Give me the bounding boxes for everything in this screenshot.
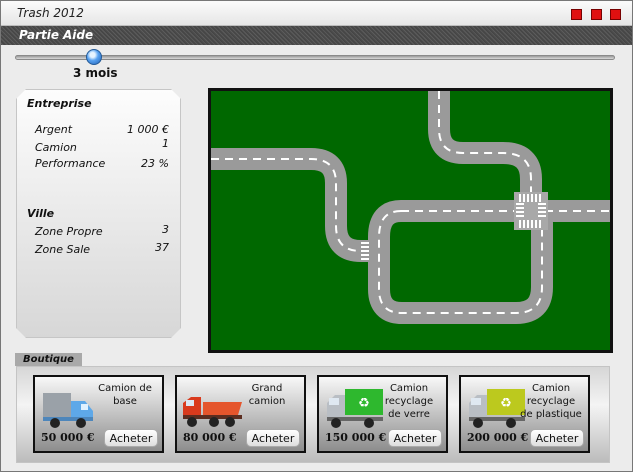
stat-value-camion: 1	[162, 137, 169, 150]
time-slider-thumb[interactable]	[86, 49, 102, 65]
shop-item-large-truck: Grand camion 80 000 € Acheter	[175, 375, 306, 453]
shop-panel: Camion de base 50 000 € Acheter Grand ca…	[16, 366, 610, 463]
city-map[interactable]	[208, 88, 613, 353]
stat-label-zone-sale: Zone Sale	[35, 243, 91, 256]
menu-partie[interactable]: Partie	[19, 28, 59, 42]
buy-glass-recycling-truck-button[interactable]: Acheter	[388, 429, 442, 447]
shop-title: Boutique	[15, 353, 82, 366]
stat-value-zone-sale: 37	[155, 241, 169, 254]
basic-truck-icon	[43, 393, 93, 428]
maximize-icon[interactable]	[591, 9, 602, 20]
stat-label-argent: Argent	[35, 123, 73, 136]
shop-item-plastic-recycling-truck: ♻ Camion recyclage de plastique 200 000 …	[459, 375, 590, 453]
title-bar: Trash 2012	[1, 1, 632, 26]
stat-value-zone-propre: 3	[162, 223, 169, 236]
shop-item-price: 200 000 €	[467, 431, 529, 444]
stat-value-performance: 23 %	[141, 157, 169, 170]
stat-label-camion: Camion	[35, 141, 77, 154]
shop-item-glass-recycling-truck: ♻ Camion recyclage de verre 150 000 € Ac…	[317, 375, 448, 453]
shop-item-name: Camion recyclage de verre	[384, 383, 434, 420]
stat-label-performance: Performance	[35, 157, 106, 170]
entreprise-title: Entreprise	[27, 97, 92, 110]
window-title: Trash 2012	[17, 6, 84, 20]
buy-large-truck-button[interactable]: Acheter	[246, 429, 300, 447]
stat-value-argent: 1 000 €	[127, 123, 169, 136]
menu-aide[interactable]: Aide	[63, 28, 93, 42]
svg-text:♻: ♻	[358, 396, 370, 411]
shop-item-name: Grand camion	[248, 383, 286, 407]
stats-panel: Entreprise Argent 1 000 € Camion 1 Perfo…	[16, 89, 181, 338]
shop-item-price: 150 000 €	[325, 431, 387, 444]
buy-basic-truck-button[interactable]: Acheter	[104, 429, 158, 447]
svg-text:♻: ♻	[500, 396, 512, 411]
minimize-icon[interactable]	[571, 9, 582, 20]
game-window: Trash 2012 Partie Aide 3 mois Entreprise…	[0, 0, 633, 472]
road-network	[211, 91, 610, 324]
road-left	[211, 148, 372, 262]
stat-label-zone-propre: Zone Propre	[35, 225, 103, 238]
shop-item-price: 50 000 €	[41, 431, 95, 444]
crosswalk-east	[514, 192, 548, 230]
close-icon[interactable]	[610, 9, 621, 20]
shop-item-price: 80 000 €	[183, 431, 237, 444]
ville-title: Ville	[27, 207, 55, 220]
menu-bar: Partie Aide	[1, 26, 632, 45]
time-slider-track[interactable]	[15, 55, 615, 60]
shop-item-name: Camion de base	[98, 383, 152, 407]
large-truck-icon	[183, 397, 242, 427]
shop-item-basic-truck: Camion de base 50 000 € Acheter	[33, 375, 164, 453]
buy-plastic-recycling-truck-button[interactable]: Acheter	[530, 429, 584, 447]
plastic-recycling-truck-icon: ♻	[469, 389, 525, 428]
shop-item-name: Camion recyclage de plastique	[520, 383, 582, 420]
time-slider-label: 3 mois	[73, 66, 118, 80]
glass-recycling-truck-icon: ♻	[327, 389, 383, 428]
